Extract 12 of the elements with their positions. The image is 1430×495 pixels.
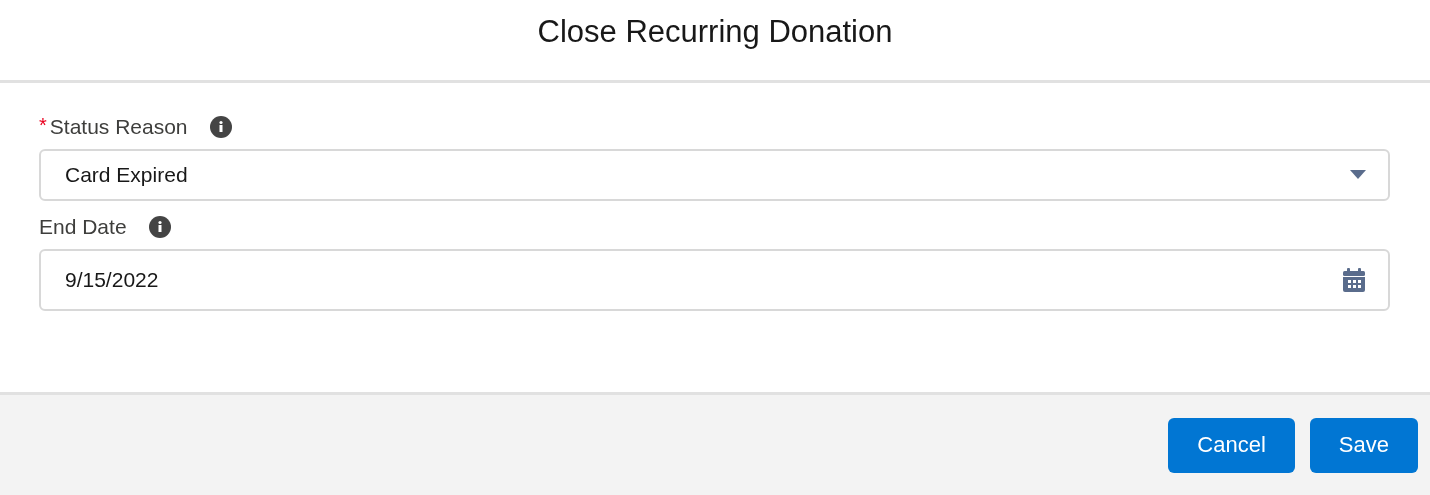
date-field[interactable]: 9/15/2022 [39, 249, 1390, 311]
select-field[interactable]: Card Expired [39, 149, 1390, 201]
cancel-button[interactable]: Cancel [1168, 417, 1295, 473]
field-label: Status Reason [49, 115, 188, 139]
info-icon[interactable] [148, 216, 171, 238]
info-icon[interactable] [209, 116, 232, 138]
modal-title: Close Recurring Donation [537, 14, 893, 50]
save-button[interactable]: Save [1309, 417, 1418, 473]
calendar-icon[interactable] [1342, 267, 1366, 293]
required-asterisk: * [39, 115, 47, 135]
field-label: End Date [39, 215, 127, 239]
dropdown-arrow-icon [1350, 170, 1366, 180]
